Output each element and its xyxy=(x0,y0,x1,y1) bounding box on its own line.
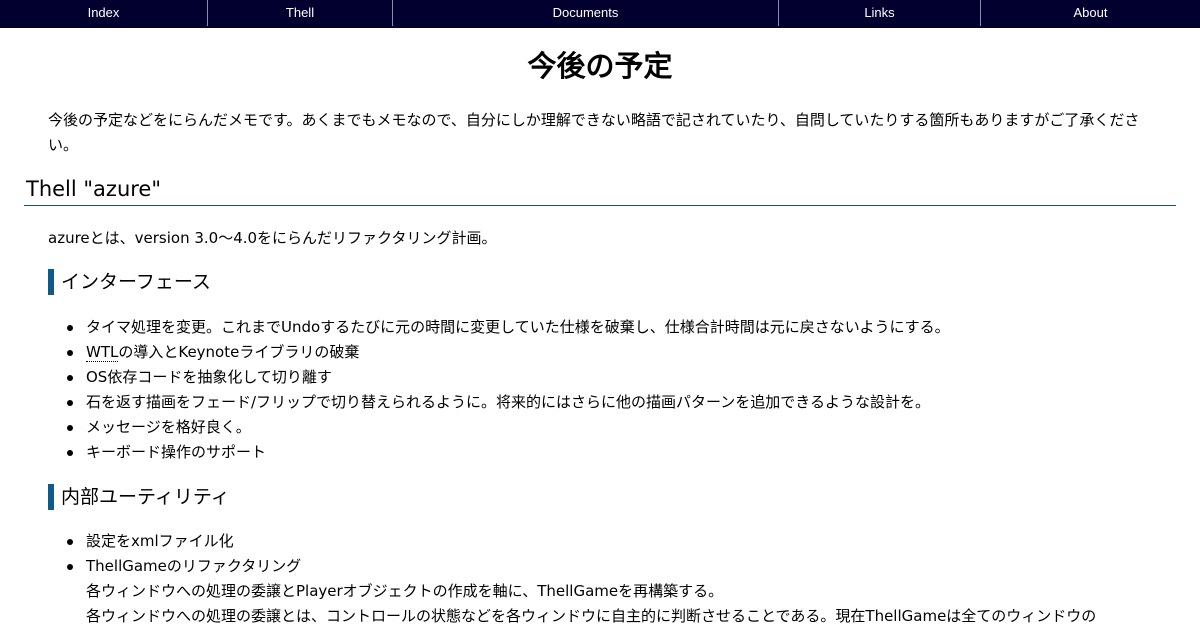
list-item: 石を返す描画をフェード/フリップで切り替えられるように。将来的にはさらに他の描画… xyxy=(67,390,1198,415)
nav-link-thell[interactable]: Thell xyxy=(207,0,392,26)
list-item: 設定をxmlファイル化 xyxy=(67,529,1198,554)
list-item: メッセージを格好良く。 xyxy=(67,415,1198,440)
list-item-heading: ThellGameのリファクタリング xyxy=(86,557,302,575)
intro-paragraph: 今後の予定などをにらんだメモです。あくまでもメモなので、自分にしか理解できない略… xyxy=(48,111,1140,154)
list-item-detail: 各ウィンドウへの処理の委譲とは、コントロールの状態などを各ウィンドウに自主的に判… xyxy=(86,607,1097,625)
top-navigation: Index Thell Documents Links About xyxy=(0,0,1200,28)
list-item: ThellGameのリファクタリング 各ウィンドウへの処理の委譲とPlayerオ… xyxy=(67,554,1198,629)
page-title: 今後の予定 xyxy=(527,49,673,83)
nav-link-index[interactable]: Index xyxy=(0,0,207,26)
subsection-title-interface: インターフェース xyxy=(48,269,1048,295)
nav-link-about[interactable]: About xyxy=(980,0,1200,26)
list-item-detail: 各ウィンドウへの処理の委譲とPlayerオブジェクトの作成を軸に、ThellGa… xyxy=(86,582,724,600)
nav-link-links[interactable]: Links xyxy=(778,0,980,26)
list-item: キーボード操作のサポート xyxy=(67,440,1198,465)
interface-list: タイマ処理を変更。これまでUndoするたびに元の時間に変更していた仕様を破棄し、… xyxy=(48,315,1198,465)
wtl-abbreviation[interactable]: WTL xyxy=(86,343,119,362)
subsection-title-internal-utility: 内部ユーティリティ xyxy=(48,484,1048,510)
list-item: タイマ処理を変更。これまでUndoするたびに元の時間に変更していた仕様を破棄し、… xyxy=(67,315,1198,340)
list-item: OS依存コードを抽象化して切り離す xyxy=(67,365,1198,390)
list-item-text: の導入とKeynoteライブラリの破棄 xyxy=(118,343,360,361)
list-item: WTLの導入とKeynoteライブラリの破棄 xyxy=(67,340,1198,365)
section-lead: azureとは、version 3.0～4.0をにらんだリファクタリング計画。 xyxy=(48,229,497,247)
section-title-azure: Thell "azure" xyxy=(24,174,1176,206)
nav-link-documents[interactable]: Documents xyxy=(392,0,778,26)
internal-utility-list: 設定をxmlファイル化 ThellGameのリファクタリング 各ウィンドウへの処… xyxy=(48,529,1198,629)
